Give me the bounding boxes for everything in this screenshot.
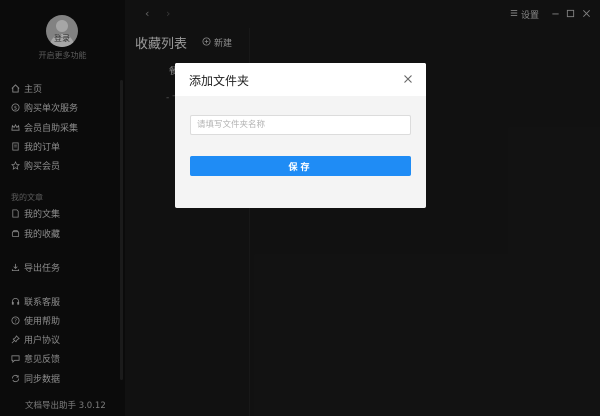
dialog-title: 添加文件夹 xyxy=(189,74,250,88)
save-button[interactable]: 保存 xyxy=(190,156,411,176)
dialog-header: 添加文件夹 xyxy=(175,63,426,96)
close-icon xyxy=(404,75,412,83)
dialog-close-button[interactable] xyxy=(403,74,413,84)
folder-name-input[interactable] xyxy=(190,115,411,135)
add-folder-dialog: 添加文件夹 保存 xyxy=(175,63,426,208)
